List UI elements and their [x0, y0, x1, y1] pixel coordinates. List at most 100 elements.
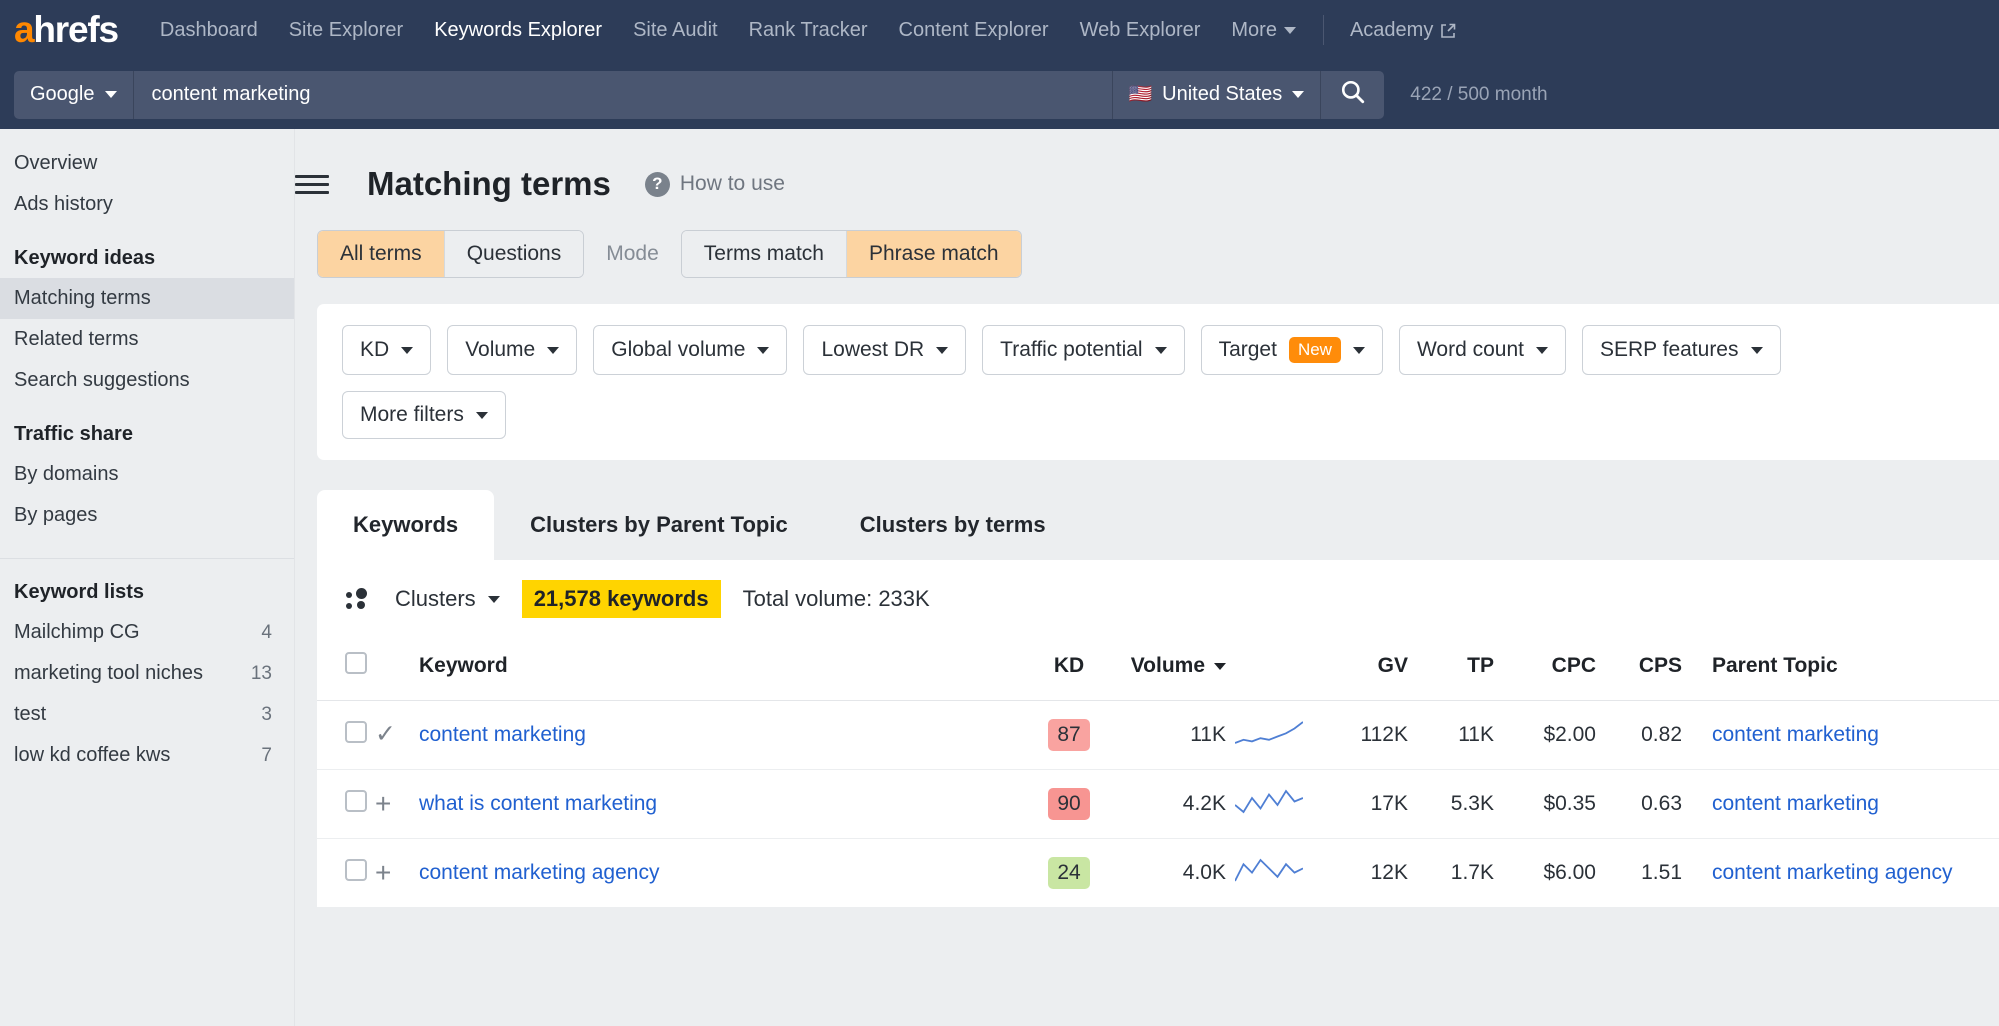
top-navigation-bar: ahrefs Dashboard Site Explorer Keywords Ex… [0, 0, 1999, 60]
nav-item-label: Dashboard [160, 19, 258, 42]
toggle-phrase-match[interactable]: Phrase match [847, 231, 1021, 277]
filter-target[interactable]: TargetNew [1201, 325, 1383, 375]
keyword-search-input[interactable] [134, 71, 1112, 119]
search-icon [1340, 79, 1366, 110]
header-cps[interactable]: CPS [1596, 638, 1682, 701]
header-keyword[interactable]: Keyword [419, 638, 1030, 701]
main-content: Matching terms ? How to use All termsQue… [295, 129, 1999, 1026]
terms-mode-toggles: All termsQuestions Mode Terms matchPhras… [317, 230, 1999, 278]
filter-serp-features[interactable]: SERP features [1582, 325, 1781, 375]
sidebar-item-label: By pages [14, 504, 97, 526]
search-engine-selector[interactable]: Google [14, 71, 134, 119]
keyword-list-item[interactable]: Mailchimp CG4 [0, 612, 294, 653]
keyword-link[interactable]: content marketing agency [419, 861, 659, 884]
nav-item-site-audit[interactable]: Site Audit [633, 19, 718, 42]
filter-volume[interactable]: Volume [447, 325, 577, 375]
kd-cell: 24 [1030, 839, 1108, 908]
search-engine-label: Google [30, 83, 95, 106]
search-submit-button[interactable] [1320, 71, 1384, 119]
chevron-down-icon [401, 347, 413, 354]
tab-clusters-by-parent-topic[interactable]: Clusters by Parent Topic [494, 490, 824, 560]
add-to-list-icon[interactable]: + [375, 788, 391, 819]
parent-topic-cell: content marketing [1682, 701, 1999, 770]
how-to-use-link[interactable]: ? How to use [645, 172, 785, 197]
row-checkbox[interactable] [345, 721, 367, 743]
keyword-list-item[interactable]: test3 [0, 694, 294, 735]
nav-item-label: Keywords Explorer [434, 19, 602, 42]
header-parent-topic[interactable]: Parent Topic [1682, 638, 1999, 701]
select-all-checkbox[interactable] [345, 652, 367, 674]
row-checkbox[interactable] [345, 790, 367, 812]
volume-trend-cell [1226, 770, 1312, 839]
nav-divider [1323, 15, 1324, 45]
nav-item-label: Site Explorer [289, 19, 404, 42]
tab-clusters-by-terms[interactable]: Clusters by terms [824, 490, 1082, 560]
traffic-potential-cell: 11K [1408, 701, 1494, 770]
question-mark-icon: ? [645, 172, 670, 197]
nav-item-academy[interactable]: Academy [1350, 19, 1456, 42]
parent-topic-link[interactable]: content marketing agency [1712, 861, 1952, 884]
keyword-list-item[interactable]: low kd coffee kws7 [0, 735, 294, 776]
sidebar-heading-traffic-share: Traffic share [0, 401, 294, 454]
chevron-down-icon [936, 347, 948, 354]
toggle-questions[interactable]: Questions [445, 231, 584, 277]
filter-more-filters[interactable]: More filters [342, 391, 506, 439]
cpc-cell: $6.00 [1494, 839, 1596, 908]
sparkline-chart [1235, 865, 1303, 888]
volume-trend-cell [1226, 839, 1312, 908]
ahrefs-logo[interactable]: ahrefs [14, 9, 118, 51]
row-checkbox[interactable] [345, 859, 367, 881]
kd-badge: 90 [1048, 788, 1089, 820]
sidebar-item-matching-terms[interactable]: Matching terms [0, 278, 294, 319]
keyword-list-item[interactable]: marketing tool niches13 [0, 653, 294, 694]
nav-item-keywords-explorer[interactable]: Keywords Explorer [434, 19, 602, 42]
mode-toggle-group: Terms matchPhrase match [681, 230, 1022, 278]
search-toolbar: Google 🇺🇸 United States 422 / 500 month [0, 60, 1999, 129]
cpc-cell: $2.00 [1494, 701, 1596, 770]
keyword-list-count: 4 [261, 622, 272, 644]
toggle-terms-match[interactable]: Terms match [682, 231, 847, 277]
filter-label: Volume [465, 338, 535, 362]
filters-card: KD Volume Global volume Lowest DR Traffic po… [317, 304, 1999, 460]
parent-topic-link[interactable]: content marketing [1712, 792, 1879, 815]
filter-row-secondary: More filters [342, 391, 1999, 439]
filter-kd[interactable]: KD [342, 325, 431, 375]
nav-item-site-explorer[interactable]: Site Explorer [289, 19, 404, 42]
sidebar-item-by-pages[interactable]: By pages [0, 495, 294, 536]
keyword-link[interactable]: what is content marketing [419, 792, 657, 815]
sidebar-item-by-domains[interactable]: By domains [0, 454, 294, 495]
tab-keywords[interactable]: Keywords [317, 490, 494, 560]
nav-item-dashboard[interactable]: Dashboard [160, 19, 258, 42]
filter-global-volume[interactable]: Global volume [593, 325, 787, 375]
table-row: ✓content marketing8711K112K11K$2.000.82c… [317, 701, 1999, 770]
keyword-list-count: 13 [251, 663, 272, 685]
header-volume[interactable]: Volume [1108, 638, 1226, 701]
header-gv[interactable]: GV [1312, 638, 1408, 701]
sidebar-item-search-suggestions[interactable]: Search suggestions [0, 360, 294, 401]
nav-item-web-explorer[interactable]: Web Explorer [1080, 19, 1201, 42]
sidebar-item-related-terms[interactable]: Related terms [0, 319, 294, 360]
sidebar-item-ads-history[interactable]: Ads history [0, 184, 294, 225]
parent-topic-link[interactable]: content marketing [1712, 723, 1879, 746]
clusters-dropdown[interactable]: Clusters [345, 586, 500, 612]
nav-item-rank-tracker[interactable]: Rank Tracker [749, 19, 868, 42]
header-tp[interactable]: TP [1408, 638, 1494, 701]
header-kd[interactable]: KD [1030, 638, 1108, 701]
filter-word-count[interactable]: Word count [1399, 325, 1566, 375]
add-to-list-icon[interactable]: + [375, 857, 391, 888]
country-selector[interactable]: 🇺🇸 United States [1112, 71, 1321, 119]
filter-lowest-dr[interactable]: Lowest DR [803, 325, 966, 375]
sidebar-item-overview[interactable]: Overview [0, 143, 294, 184]
filter-traffic-potential[interactable]: Traffic potential [982, 325, 1184, 375]
menu-icon[interactable] [295, 170, 329, 199]
nav-item-more[interactable]: More [1231, 19, 1296, 42]
header-cpc[interactable]: CPC [1494, 638, 1596, 701]
select-all-header [317, 638, 375, 701]
nav-item-content-explorer[interactable]: Content Explorer [899, 19, 1049, 42]
keyword-link[interactable]: content marketing [419, 723, 586, 746]
total-volume-label: Total volume: 233K [743, 586, 930, 612]
chevron-down-icon [1292, 91, 1304, 98]
usage-quota-text: 422 / 500 month [1410, 84, 1547, 106]
nav-item-label: Rank Tracker [749, 19, 868, 42]
toggle-all-terms[interactable]: All terms [318, 231, 445, 277]
